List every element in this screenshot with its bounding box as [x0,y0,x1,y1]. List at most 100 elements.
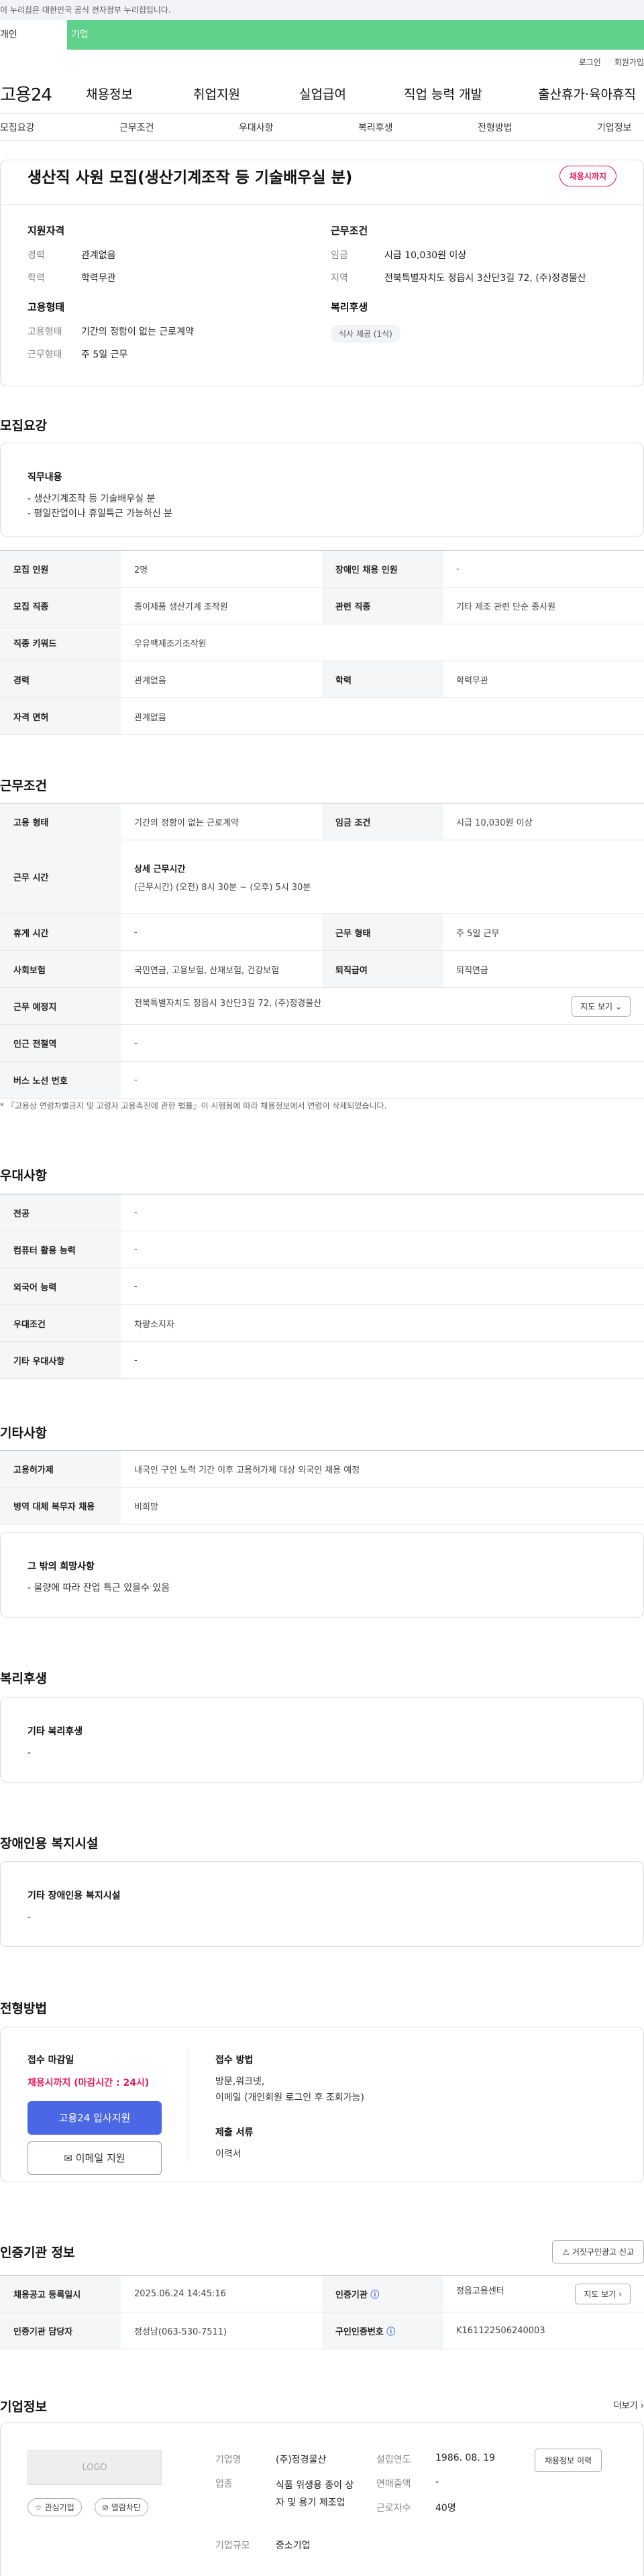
cell-value: 2025.06.24 14:45:16 [121,2275,322,2312]
cert-agency-cell: 정읍고용센터 지도 보기 › [443,2275,644,2312]
etc-box: 그 밖의 희망사항 - 물량에 따라 잔업 특근 있을수 있음 [0,1532,644,1618]
method-box: 접수 마감일 채용시까지 (마감시간 : 24시) 고용24 입사지원 ✉ 이메… [0,2027,644,2182]
disability-box-text: - [28,1912,32,1923]
cell-value: 관계없음 [121,661,322,698]
cell-head: 버스 노선 번호 [0,1061,121,1099]
table-row: 채용공고 등록일시 2025.06.24 14:45:16 인증기관 ⓘ 정읍고용센터… [0,2275,644,2312]
cell-value: K161122506240003 [443,2312,644,2349]
cell-value: 주 5일 근무 [443,913,644,951]
table-row: 인근 전철역 - [0,1024,644,1062]
section-title-welfare: 복리후생 [0,1671,47,1686]
anchor-work[interactable]: 근무조건 [119,121,239,134]
work-value: 전북특별자치도 정읍시 3산단3길 72, (주)정경물산 [384,273,586,284]
anchor-recruit[interactable]: 모집요강 [0,121,119,134]
section-title-cert: 인증기관 정보 [0,2245,75,2260]
anchor-method[interactable]: 전형방법 [478,121,597,134]
welfare-title: 복리후생 [331,301,368,313]
cell-value: 기간의 정함이 없는 근로계약 [121,803,322,840]
cell-value: 학력무관 [443,661,644,698]
fav-company-button[interactable]: ☆ 관심기업 [28,2498,82,2516]
email-apply-button[interactable]: ✉ 이메일 지원 [28,2141,162,2175]
table-row: 인증기관 담당자 정성남(063-530-7511) 구인인증번호 ⓘ K161122… [0,2312,644,2349]
cell-head: 컴퓨터 활용 능력 [0,1231,121,1268]
cell-value: - [121,1341,644,1379]
page-title: 생산직 사원 모집(생산기계조작 등 기술배우실 분) [28,169,353,186]
qual-key: 학력 [28,273,45,284]
login-link[interactable]: 로그인 [579,56,601,68]
chevron-down-icon: ⌄ [614,1001,622,1011]
table-row: 우대조건 차량소지자 [0,1304,644,1342]
work-key: 지역 [331,273,348,284]
nav-leave[interactable]: 출산휴가·육아휴직 [538,85,636,103]
nav-employment-support[interactable]: 취업지원 [193,85,299,103]
cert-number-label: 구인인증번호 [335,2327,384,2337]
cert-agency-label: 인증기관 [335,2290,368,2300]
staff-key: 근로자수 [376,2503,411,2514]
welfare-box-text: - [28,1748,32,1758]
etc-box-text: - 물량에 따라 잔업 특근 있을수 있음 [28,1583,170,1593]
tab-company[interactable]: 기업 [67,20,89,50]
nav-unemployment[interactable]: 실업급여 [299,85,404,103]
cell-head: 근무 예정지 [0,987,121,1025]
cell-head: 인증기관 ⓘ [322,2275,443,2312]
name-value: (주)정경물산 [276,2455,327,2465]
more-link[interactable]: 더보기 › [614,2398,644,2411]
email-apply-label: 이메일 지원 [75,2152,125,2164]
work-value: 시급 10,030원 이상 [384,250,467,261]
anchor-pref[interactable]: 우대사항 [239,121,358,134]
table-row: 고용 형태 기간의 정함이 없는 근로계약 임금 조건 시급 10,030원 이상 [0,803,644,840]
join-link[interactable]: 회원가입 [614,56,644,68]
cell-head: 고용허가제 [0,1450,121,1488]
scale-key: 기업규모 [215,2540,250,2551]
cert-map-button[interactable]: 지도 보기 › [575,2283,631,2304]
site-logo[interactable]: 고용24 [0,81,86,106]
info-icon[interactable]: ⓘ [386,2327,395,2337]
tab-personal[interactable]: 개인 [0,20,67,50]
table-row: 모집 인원 2명 장애인 채용 인원 - [0,550,644,587]
emp-key: 근무형태 [28,349,62,360]
report-label: 거짓구인광고 신고 [572,2247,634,2257]
cell-value: 종이제품 생산기계 조작원 [121,587,322,624]
emp-key: 고용형태 [28,327,62,337]
anchor-welfare[interactable]: 복리후생 [358,121,478,134]
util-bar: 로그인 회원가입 [0,50,644,74]
member-tabs: 개인 기업 [0,20,644,50]
section-title-disability: 장애인용 복지시설 [0,1836,99,1851]
apply-button[interactable]: 고용24 입사지원 [28,2101,162,2135]
report-fake-ad-button[interactable]: ⚠ 거짓구인광고 신고 [552,2240,644,2263]
section-title-method: 전형방법 [0,2001,47,2016]
block-company-button[interactable]: ⊘ 열람차단 [95,2498,149,2516]
map-button[interactable]: 지도 보기 ⌄ [572,995,631,1017]
cell-value: 퇴직연금 [443,950,644,988]
nav-training[interactable]: 직업 능력 개발 [404,85,538,103]
fav-label: 관심기업 [44,2503,74,2512]
staff-value: 40명 [435,2503,456,2514]
table-row: 근무 시간 상세 근무시간 (근무시간) (오전) 8시 30분 ~ (오후) 5시… [0,840,644,914]
block-label: 열람차단 [111,2503,142,2512]
more-label: 더보기 [613,2401,638,2411]
cell-value: 차량소지자 [121,1304,644,1342]
table-row: 자격 면허 관계없음 [0,697,644,735]
cell-value: 국민연금, 고용보험, 산재보험, 건강보험 [121,950,322,988]
table-row: 기타 우대사항 - [0,1341,644,1379]
table-row: 직종 키워드 우유팩제조기조작원 [0,624,644,661]
deadline-text: 채용시까지 (마감시간 : 24시) [28,2078,150,2088]
section-title-recruit: 모집요강 [0,418,47,433]
cell-head: 인증기관 담당자 [0,2312,121,2349]
info-icon[interactable]: ⓘ [370,2290,379,2300]
deadline-title: 접수 마감일 [28,2055,74,2066]
anchor-company[interactable]: 기업정보 [597,121,632,134]
industry-value: 식품 위생용 종이 상자 및 용기 제조업 [276,2480,354,2508]
table-row: 경력 관계없음 학력 학력무관 [0,661,644,698]
table-row: 근무 예정지 전북특별자치도 정읍시 3산단3길 72, (주)정경물산 지도 보기… [0,987,644,1025]
nav-jobs[interactable]: 채용정보 [86,85,193,103]
table-row: 병역 대체 복무자 채용 비희망 [0,1487,644,1524]
qual-block: 지원자격 경력 관계없음 학력 학력무관 [28,223,323,294]
gov-banner-text: 이 누리집은 대한민국 공식 전자정부 누리집입니다. [0,5,171,15]
hiring-history-button[interactable]: 채용정보 이력 [535,2449,602,2472]
cell-head: 전공 [0,1194,121,1231]
emp-value: 기간의 정함이 없는 근로계약 [81,327,194,337]
table-row: 고용허가제 내국인 구인 노력 기간 이후 고용허가제 대상 외국인 채용 예정 [0,1450,644,1488]
star-icon: ☆ [35,2503,42,2512]
work-block: 근무조건 임금 시급 10,030원 이상 지역 전북특별자치도 정읍시 3산단3길… [331,223,626,294]
